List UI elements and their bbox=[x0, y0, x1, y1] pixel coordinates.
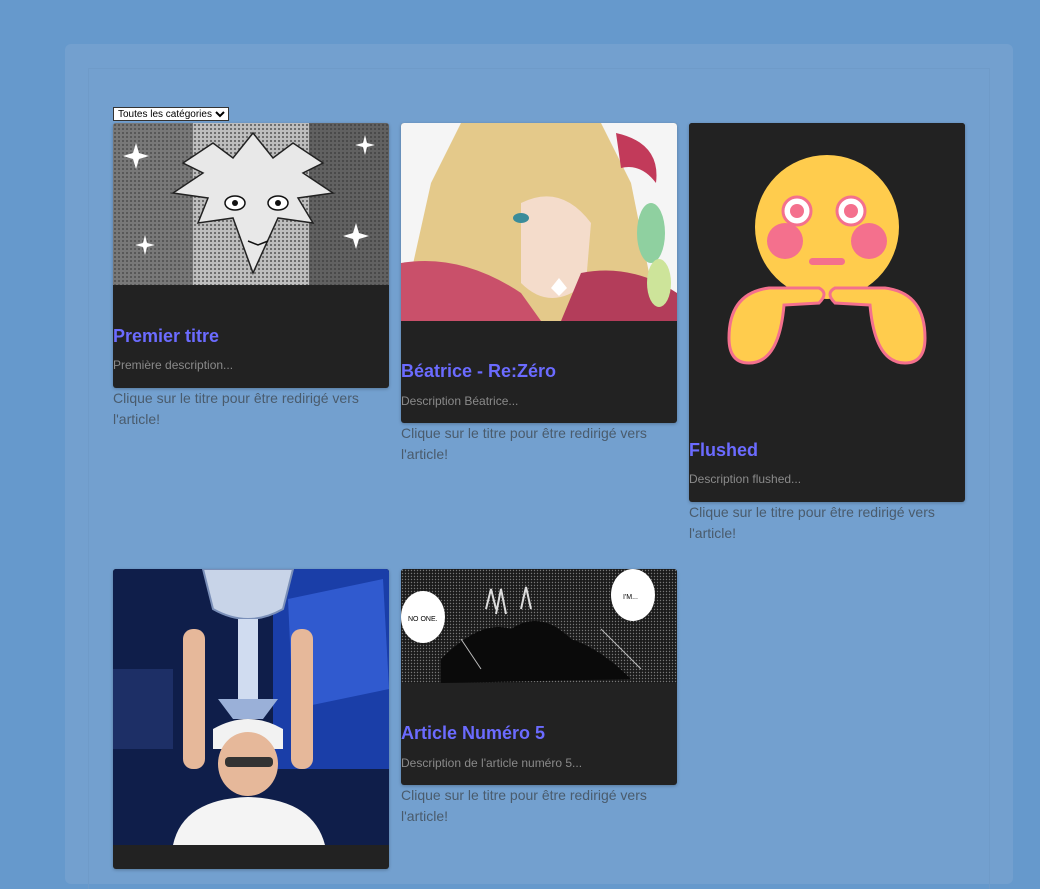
article-hint: Clique sur le titre pour être redirigé v… bbox=[401, 425, 647, 462]
article-title-link[interactable]: Flushed bbox=[689, 440, 758, 461]
article-card: Béatrice - Re:Zéro Description Béatrice.… bbox=[401, 123, 677, 423]
article-title-link[interactable]: Béatrice - Re:Zéro bbox=[401, 361, 556, 382]
article-hint: Clique sur le titre pour être redirigé v… bbox=[401, 787, 647, 824]
speech-bubble-left: NO ONE. bbox=[408, 616, 438, 623]
article-title-link[interactable]: Article Numéro 5 bbox=[401, 723, 545, 744]
article-image-flushed-emoji bbox=[689, 123, 965, 399]
article-image-manga-hero bbox=[113, 123, 389, 285]
article-hint: Clique sur le titre pour être redirigé v… bbox=[113, 390, 359, 427]
category-filter-select[interactable]: Toutes les catégories bbox=[113, 107, 229, 121]
article-card: NO ONE. I'M... Article Numéro 5 Descript… bbox=[401, 569, 677, 785]
article-card: Premier titre Première description... bbox=[113, 123, 389, 388]
speech-bubble-right: I'M... bbox=[623, 594, 638, 601]
article-description: Description de l'article numéro 5... bbox=[401, 756, 583, 770]
article-image-trophy-winner bbox=[113, 569, 389, 845]
article-description: Description flushed... bbox=[689, 472, 802, 486]
article-hint: Clique sur le titre pour être redirigé v… bbox=[689, 504, 935, 541]
article-title-link[interactable]: Premier titre bbox=[113, 326, 219, 347]
article-image-beatrice bbox=[401, 123, 677, 321]
article-card bbox=[113, 569, 389, 869]
article-description: Première description... bbox=[113, 358, 234, 372]
article-description: Description Béatrice... bbox=[401, 394, 519, 408]
article-card: Flushed Description flushed... bbox=[689, 123, 965, 502]
article-image-manga-panel: NO ONE. I'M... bbox=[401, 569, 677, 683]
